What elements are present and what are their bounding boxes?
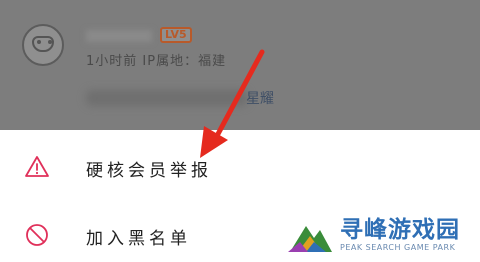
level-badge: LV5 (160, 27, 192, 43)
watermark-subtitle: PEAK SEARCH GAME PARK (340, 243, 456, 252)
report-menu-item[interactable]: 硬核会员举报 (0, 138, 480, 196)
avatar (22, 24, 64, 66)
mountain-logo-icon (288, 226, 332, 252)
comment-background: LV5 1小时前 IP属地：福建 星耀 (0, 0, 480, 130)
block-circle-icon (26, 224, 48, 246)
watermark-title: 寻峰游戏园 (340, 217, 460, 243)
warning-triangle-icon (25, 156, 49, 177)
report-menu-label: 硬核会员举报 (86, 161, 212, 181)
avatar-eye (37, 40, 41, 44)
avatar-face (32, 36, 54, 52)
blacklist-menu-label: 加入黑名单 (86, 229, 191, 249)
comment-tail-text: 星耀 (246, 91, 274, 107)
blurred-comment-text (86, 90, 248, 106)
blurred-username (86, 30, 152, 42)
watermark-logo: 寻峰游戏园 PEAK SEARCH GAME PARK (278, 206, 480, 262)
avatar-eye (48, 40, 52, 44)
comment-meta: 1小时前 IP属地：福建 (86, 54, 227, 69)
